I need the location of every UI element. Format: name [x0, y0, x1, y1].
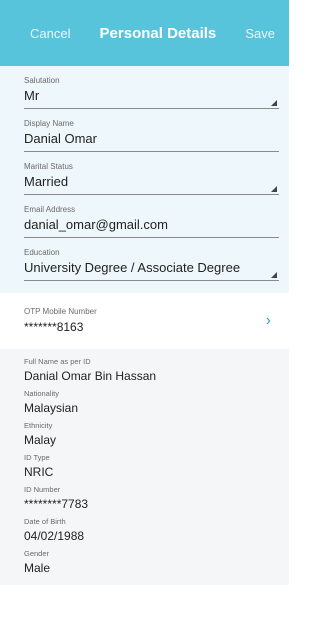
display-name-label: Display Name — [24, 119, 74, 128]
full-name-label: Full Name as per ID — [24, 357, 91, 366]
gender-item: Gender Male — [0, 549, 289, 575]
salutation-label: Salutation — [24, 76, 60, 85]
full-name-value: Danial Omar Bin Hassan — [24, 369, 157, 383]
salutation-value: Mr — [24, 88, 40, 103]
dob-label: Date of Birth — [24, 517, 66, 526]
save-button[interactable]: Save — [245, 26, 275, 41]
education-field[interactable]: Education University Degree / Associate … — [0, 248, 289, 281]
dob-value: 04/02/1988 — [24, 529, 85, 543]
marital-status-label: Marital Status — [24, 162, 73, 171]
nationality-item: Nationality Malaysian — [0, 389, 289, 415]
nationality-label: Nationality — [24, 389, 60, 398]
id-number-item: ID Number ********7783 — [0, 485, 289, 511]
ethnicity-item: Ethnicity Malay — [0, 421, 289, 447]
salutation-field[interactable]: Salutation Mr — [0, 76, 289, 109]
id-type-value: NRIC — [24, 465, 54, 479]
id-type-item: ID Type NRIC — [0, 453, 289, 479]
otp-mobile-row[interactable]: OTP Mobile Number *******8163 › — [0, 293, 289, 349]
personal-details-screen: Cancel Personal Details Save Salutation … — [0, 0, 289, 640]
otp-label: OTP Mobile Number — [24, 307, 97, 316]
id-number-value: ********7783 — [24, 497, 89, 511]
dropdown-caret-icon — [271, 186, 277, 192]
otp-value: *******8163 — [24, 320, 84, 334]
chevron-right-icon[interactable]: › — [266, 313, 271, 329]
marital-status-value: Married — [24, 174, 69, 189]
page-title: Personal Details — [99, 24, 217, 42]
education-label: Education — [24, 248, 60, 257]
dropdown-caret-icon — [271, 100, 277, 106]
display-name-input[interactable]: Danial Omar — [24, 131, 279, 152]
dropdown-caret-icon — [271, 272, 277, 278]
marital-status-select[interactable]: Married — [24, 174, 279, 195]
salutation-select[interactable]: Mr — [24, 88, 279, 109]
full-name-item: Full Name as per ID Danial Omar Bin Hass… — [0, 357, 289, 383]
marital-status-field[interactable]: Marital Status Married — [0, 162, 289, 195]
nationality-value: Malaysian — [24, 401, 79, 415]
identity-section: Full Name as per ID Danial Omar Bin Hass… — [0, 349, 289, 585]
cancel-button[interactable]: Cancel — [30, 26, 70, 41]
email-input[interactable]: danial_omar@gmail.com — [24, 217, 279, 238]
education-value: University Degree / Associate Degree — [24, 260, 241, 275]
email-label: Email Address — [24, 205, 76, 214]
ethnicity-label: Ethnicity — [24, 421, 53, 430]
gender-label: Gender — [24, 549, 50, 558]
id-number-label: ID Number — [24, 485, 61, 494]
ethnicity-value: Malay — [24, 433, 57, 447]
app-header: Cancel Personal Details Save — [0, 0, 289, 66]
education-select[interactable]: University Degree / Associate Degree — [24, 260, 279, 281]
email-field[interactable]: Email Address danial_omar@gmail.com — [0, 205, 289, 238]
editable-form: Salutation Mr Display Name Danial Omar M… — [0, 66, 289, 293]
display-name-field[interactable]: Display Name Danial Omar — [0, 119, 289, 152]
dob-item: Date of Birth 04/02/1988 — [0, 517, 289, 543]
gender-value: Male — [24, 561, 51, 575]
id-type-label: ID Type — [24, 453, 50, 462]
